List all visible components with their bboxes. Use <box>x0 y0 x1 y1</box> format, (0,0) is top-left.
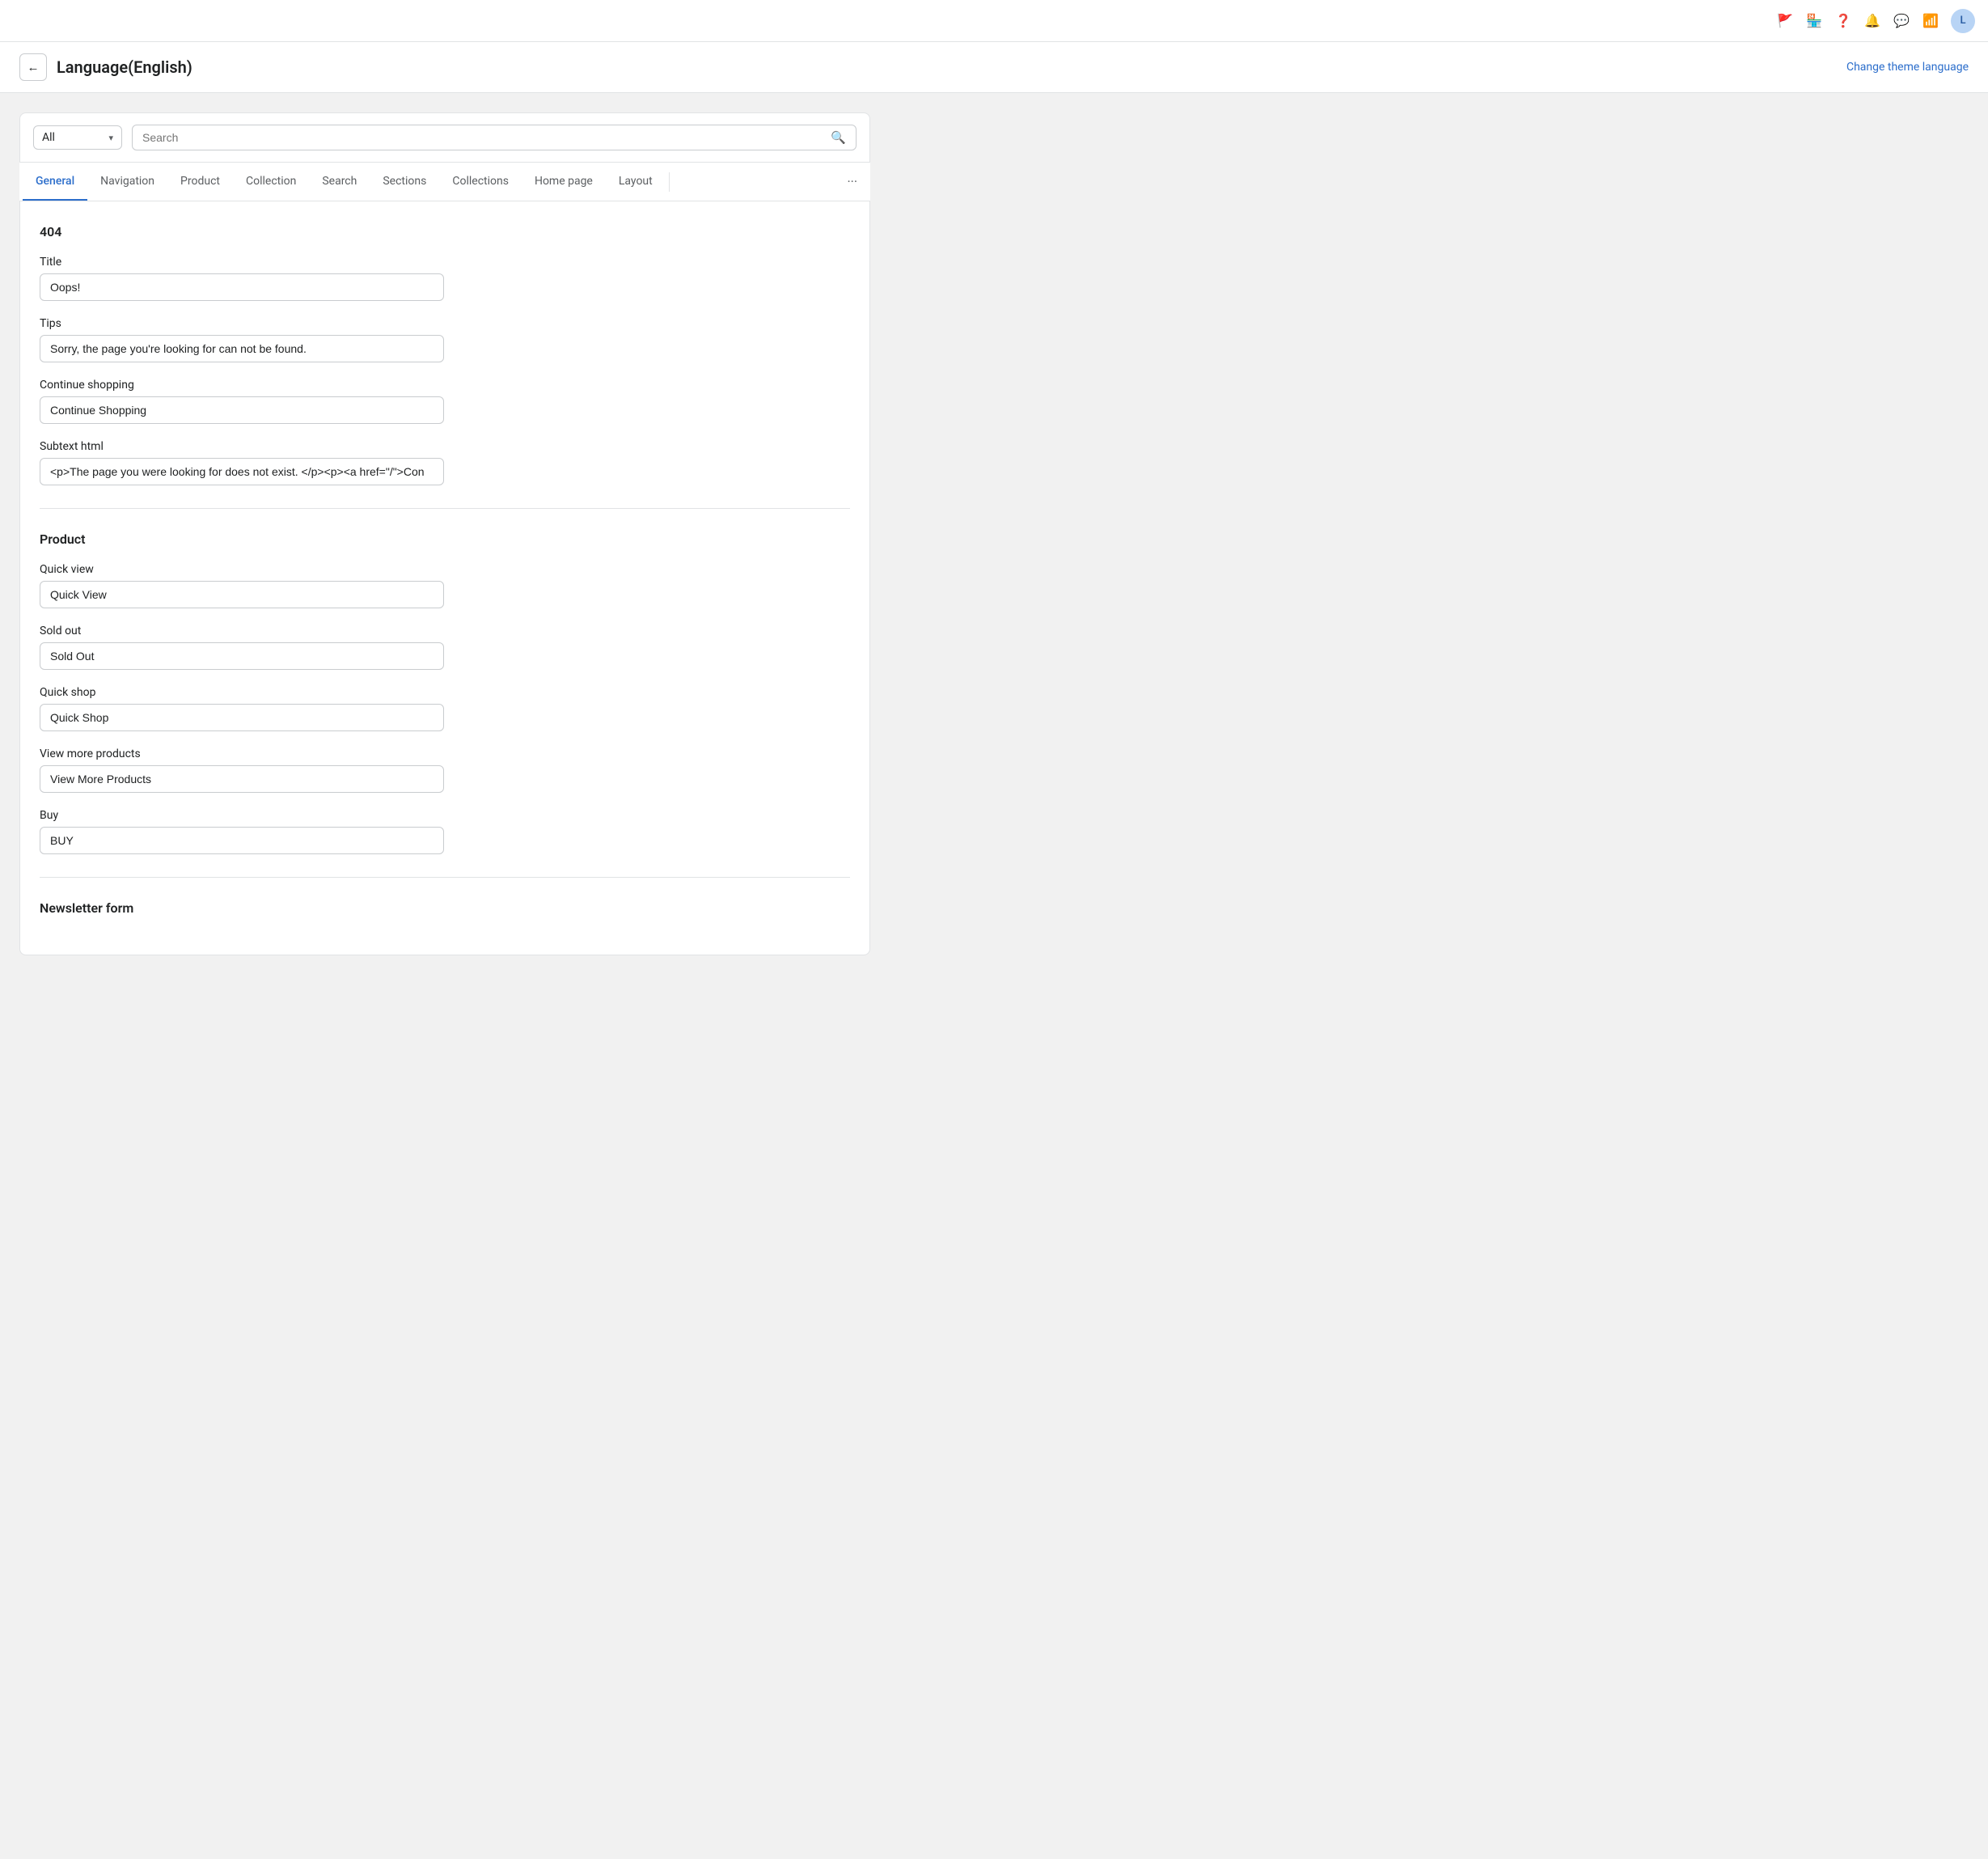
avatar[interactable]: L <box>1951 9 1975 33</box>
sold-out-label: Sold out <box>40 625 850 637</box>
quick-shop-label: Quick shop <box>40 686 850 699</box>
tab-collections[interactable]: Collections <box>439 163 522 201</box>
tab-general[interactable]: General <box>23 163 87 201</box>
sold-out-input[interactable] <box>40 642 444 670</box>
field-group-quick-shop: Quick shop <box>40 686 850 731</box>
field-group-tips: Tips <box>40 317 850 362</box>
field-group-title: Title <box>40 256 850 301</box>
tabs-bar: General Navigation Product Collection Se… <box>19 163 870 201</box>
tab-sections[interactable]: Sections <box>370 163 439 201</box>
change-theme-language-link[interactable]: Change theme language <box>1846 61 1969 74</box>
buy-input[interactable] <box>40 827 444 854</box>
tips-input[interactable] <box>40 335 444 362</box>
filter-select[interactable]: All ▾ <box>33 125 122 150</box>
tab-product[interactable]: Product <box>167 163 233 201</box>
field-group-buy: Buy <box>40 809 850 854</box>
chevron-down-icon: ▾ <box>108 133 113 143</box>
buy-label: Buy <box>40 809 850 822</box>
search-field-wrapper: 🔍 <box>132 125 857 150</box>
section-divider-1 <box>40 508 850 509</box>
quick-view-label: Quick view <box>40 563 850 576</box>
subtext-html-input[interactable] <box>40 458 444 485</box>
tab-layout[interactable]: Layout <box>606 163 666 201</box>
notification-icon[interactable]: 🔔 <box>1863 12 1881 30</box>
wifi-icon[interactable]: 📶 <box>1922 12 1939 30</box>
title-label: Title <box>40 256 850 269</box>
quick-shop-input[interactable] <box>40 704 444 731</box>
field-group-sold-out: Sold out <box>40 625 850 670</box>
tab-homepage[interactable]: Home page <box>522 163 606 201</box>
tips-label: Tips <box>40 317 850 330</box>
page-header: ← Language(English) Change theme languag… <box>0 42 1988 93</box>
tab-navigation[interactable]: Navigation <box>87 163 167 201</box>
section-divider-2 <box>40 877 850 878</box>
search-icon: 🔍 <box>831 130 846 145</box>
help-icon[interactable]: ❓ <box>1834 12 1852 30</box>
filter-row: All ▾ 🔍 <box>19 112 870 163</box>
back-button[interactable]: ← <box>19 53 47 81</box>
continue-shopping-label: Continue shopping <box>40 379 850 392</box>
topbar: 🚩 🏪 ❓ 🔔 💬 📶 L <box>0 0 1988 42</box>
back-arrow-icon: ← <box>27 61 40 74</box>
field-group-continue-shopping: Continue shopping <box>40 379 850 424</box>
content-card: 404 Title Tips Continue shopping Subtext… <box>19 201 870 955</box>
section-newsletter-heading: Newsletter form <box>40 900 850 916</box>
subtext-html-label: Subtext html <box>40 440 850 453</box>
filter-select-label: All <box>42 131 104 144</box>
view-more-products-label: View more products <box>40 747 850 760</box>
tab-search[interactable]: Search <box>309 163 370 201</box>
field-group-subtext-html: Subtext html <box>40 440 850 485</box>
field-group-view-more-products: View more products <box>40 747 850 793</box>
tab-more-button[interactable]: ··· <box>837 163 867 201</box>
page-header-left: ← Language(English) <box>19 53 192 81</box>
store-icon[interactable]: 🏪 <box>1805 12 1823 30</box>
section-404-heading: 404 <box>40 224 850 239</box>
tab-collection[interactable]: Collection <box>233 163 309 201</box>
tab-divider <box>669 172 670 192</box>
view-more-products-input[interactable] <box>40 765 444 793</box>
main-content: All ▾ 🔍 General Navigation Product Colle… <box>0 93 890 975</box>
section-product-heading: Product <box>40 531 850 547</box>
chat-icon[interactable]: 💬 <box>1893 12 1910 30</box>
title-input[interactable] <box>40 273 444 301</box>
field-group-quick-view: Quick view <box>40 563 850 608</box>
search-input[interactable] <box>142 131 824 144</box>
quick-view-input[interactable] <box>40 581 444 608</box>
continue-shopping-input[interactable] <box>40 396 444 424</box>
flag-icon[interactable]: 🚩 <box>1776 12 1794 30</box>
page-title: Language(English) <box>57 57 192 77</box>
